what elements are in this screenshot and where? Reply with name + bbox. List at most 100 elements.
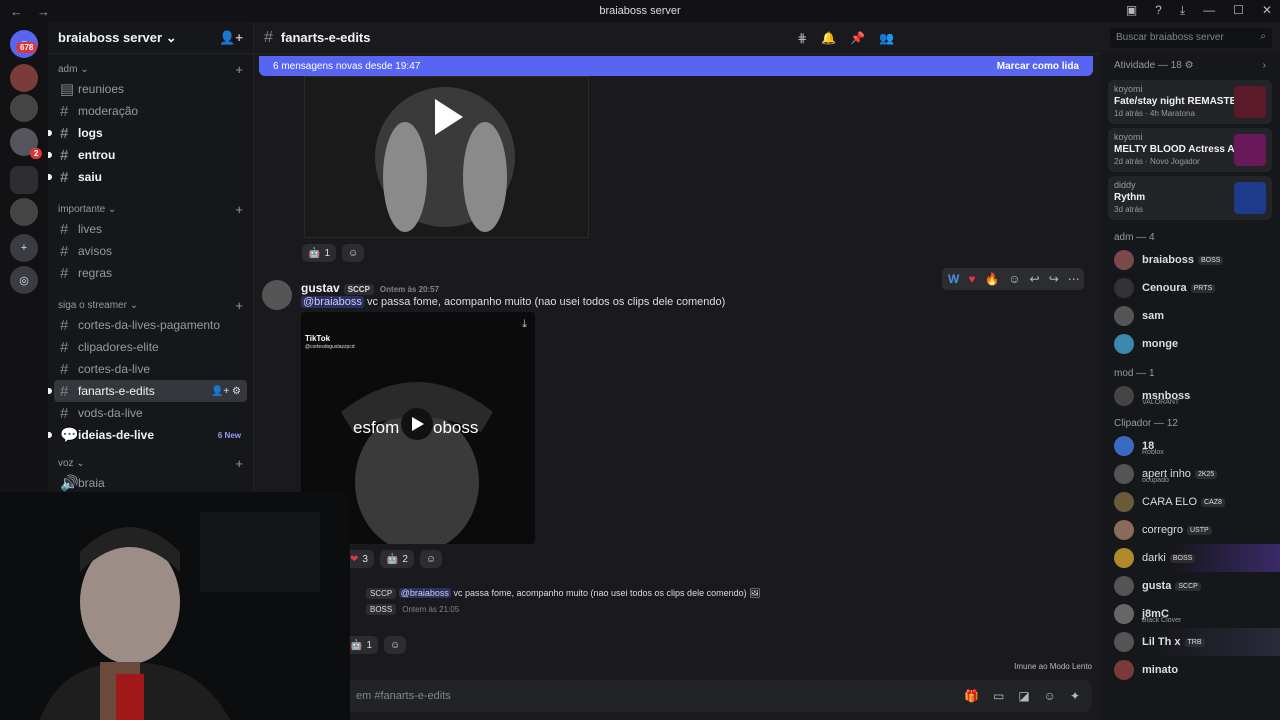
inbox-icon[interactable]: ▣ <box>1126 3 1137 18</box>
maximize-icon[interactable]: ☐ <box>1233 3 1244 18</box>
download-icon[interactable]: ⤓ <box>522 318 527 331</box>
composer-placeholder: em #fanarts-e-edits <box>356 690 451 702</box>
channel-fanarts-e-edits[interactable]: # fanarts-e-edits 👤+ ⚙ <box>48 380 247 402</box>
invite-icon[interactable]: 👤+ <box>219 30 243 46</box>
more-icon[interactable]: ⋯ <box>1068 272 1080 286</box>
discover-icon[interactable]: ◎ <box>10 266 38 294</box>
channel-logs[interactable]: # logs <box>48 122 247 144</box>
channel-ideias-de-live[interactable]: 💬 ideias-de-live 6 New <box>48 424 247 446</box>
sticker-icon[interactable]: ◪ <box>1018 689 1029 703</box>
member-item[interactable]: 18 Roblox <box>1100 432 1280 460</box>
clan-tag: BOSS <box>366 604 397 615</box>
channel-clipadores-elite[interactable]: # clipadores-elite <box>54 336 247 358</box>
forward-icon[interactable]: ↪ <box>1049 272 1059 286</box>
member-item[interactable]: monge <box>1100 330 1280 358</box>
download-icon[interactable]: ⤓ <box>1180 3 1185 18</box>
dm-avatar[interactable] <box>10 64 38 92</box>
activity-card[interactable]: koyomi Fate/stay night REMASTE... 1d atr… <box>1108 80 1272 124</box>
server-icon[interactable] <box>10 198 38 226</box>
add-channel-icon[interactable]: + <box>235 202 243 217</box>
member-item[interactable]: j8mC Black Clover <box>1100 600 1280 628</box>
category-adm[interactable]: adm ⌄ + <box>48 60 253 78</box>
quick-react[interactable]: W <box>948 272 959 286</box>
add-channel-icon[interactable]: + <box>235 62 243 77</box>
fire-react[interactable]: 🔥 <box>984 272 999 286</box>
mark-read-button[interactable]: Marcar como lida <box>997 61 1079 72</box>
video-embed[interactable] <box>304 76 589 238</box>
activity-card[interactable]: diddy Rythm 3d atrás <box>1108 176 1272 220</box>
member-item[interactable]: darki BOSS <box>1100 544 1280 572</box>
voice-channel-braia[interactable]: 🔊 braia <box>54 472 247 494</box>
hash-icon: # <box>60 168 69 186</box>
channel-lives[interactable]: # lives <box>54 218 247 240</box>
member-item[interactable]: minato <box>1100 656 1280 684</box>
server-icon-braiaboss[interactable] <box>10 166 38 194</box>
dm-count-badge: 2 <box>30 148 43 159</box>
add-reaction-icon[interactable]: ☺ <box>342 244 365 262</box>
member-item[interactable]: apert inho 2K25 ocupado <box>1100 460 1280 488</box>
member-item[interactable]: braiaboss BOSS <box>1100 246 1280 274</box>
help-icon[interactable]: ? <box>1155 3 1162 18</box>
gift-icon[interactable]: 🎁 <box>964 689 979 703</box>
member-item[interactable]: corregro USTP <box>1100 516 1280 544</box>
mention[interactable]: @braiaboss <box>301 296 364 308</box>
close-icon[interactable]: ✕ <box>1262 3 1272 18</box>
chevron-right-icon[interactable]: › <box>1263 60 1266 71</box>
dm-avatar[interactable] <box>10 94 38 122</box>
clan-tag: SCCP <box>343 284 374 295</box>
members-icon[interactable]: 👥 <box>879 31 894 45</box>
channel-reunioes[interactable]: ▤ reunioes <box>54 78 247 100</box>
activity-header[interactable]: Atividade — 18 ⚙ › <box>1100 54 1280 76</box>
reply-icon[interactable]: ↩ <box>1030 272 1040 286</box>
threads-icon[interactable]: ⋕ <box>797 31 807 45</box>
channel-avisos[interactable]: # avisos <box>54 240 247 262</box>
channel-settings-icon[interactable]: 👤+ ⚙ <box>211 386 241 397</box>
avatar[interactable] <box>262 280 292 310</box>
reaction[interactable]: 🤖 1 <box>302 244 337 262</box>
forward-arrow-icon[interactable]: → <box>37 4 50 19</box>
add-channel-icon[interactable]: + <box>235 456 243 471</box>
channel-moderacao[interactable]: # moderação <box>54 100 247 122</box>
add-server-icon[interactable]: + <box>10 234 38 262</box>
member-item[interactable]: Cenoura PRTS <box>1100 274 1280 302</box>
new-messages-banner[interactable]: 6 mensagens novas desde 19:47 Marcar com… <box>259 56 1093 76</box>
tiktok-provider: TikTok <box>305 334 331 343</box>
gif-icon[interactable]: ▭ <box>993 689 1004 703</box>
category-importante[interactable]: importante ⌄ + <box>48 200 253 218</box>
pin-icon[interactable]: 📌 <box>850 31 865 45</box>
add-reaction-icon[interactable]: ☺ <box>1008 272 1020 286</box>
game-art <box>1234 134 1266 166</box>
member-item[interactable]: gusta SCCP <box>1100 572 1280 600</box>
member-item[interactable]: msnboss VALORANT <box>1100 382 1280 410</box>
mention[interactable]: @braiaboss <box>398 588 451 598</box>
server-header[interactable]: braiaboss server ⌄ 👤+ <box>48 22 253 54</box>
category-voz[interactable]: voz ⌄ + <box>48 454 253 472</box>
channel-regras[interactable]: # regras <box>54 262 247 284</box>
reaction[interactable]: 🤖 2 <box>379 550 414 568</box>
channel-cortes-da-live[interactable]: # cortes-da-live <box>54 358 247 380</box>
add-reaction-icon[interactable]: ☺ <box>419 550 443 568</box>
add-reaction-icon[interactable]: ☺ <box>384 636 407 654</box>
reply-preview[interactable]: SCCP @braiaboss vc passa fome, acompanho… <box>362 588 761 599</box>
search-input[interactable]: Buscar braiaboss server ⌕ <box>1110 28 1272 48</box>
back-arrow-icon[interactable]: ← <box>10 4 23 19</box>
channel-saiu[interactable]: # saiu <box>48 166 247 188</box>
member-item[interactable]: CARA ELO CAZ8 <box>1100 488 1280 516</box>
member-item[interactable]: sam <box>1100 302 1280 330</box>
author-name[interactable]: gustav <box>301 281 340 295</box>
channel-cortes-da-lives-pagamento[interactable]: # cortes-da-lives-pagamento <box>54 314 247 336</box>
hash-icon: # <box>60 404 69 422</box>
minimize-icon[interactable]: — <box>1203 3 1215 18</box>
activity-card[interactable]: koyomi MELTY BLOOD Actress Ag... 2d atrá… <box>1108 128 1272 172</box>
bell-icon[interactable]: 🔔 <box>821 31 836 45</box>
video-caption-left: esfom <box>353 418 400 437</box>
message-input[interactable]: em #fanarts-e-edits 🎁 ▭ ◪ ☺ ✦ <box>340 680 1092 712</box>
emoji-icon[interactable]: ☺ <box>1044 689 1056 703</box>
channel-vods-da-live[interactable]: # vods-da-live <box>54 402 247 424</box>
channel-entrou[interactable]: # entrou <box>48 144 247 166</box>
heart-react[interactable]: ♥ <box>968 272 975 286</box>
add-channel-icon[interactable]: + <box>235 298 243 313</box>
category-siga-o-streamer[interactable]: siga o streamer ⌄ + <box>48 296 253 314</box>
apps-icon[interactable]: ✦ <box>1070 689 1080 703</box>
member-item[interactable]: Lil Th x TRB <box>1100 628 1280 656</box>
